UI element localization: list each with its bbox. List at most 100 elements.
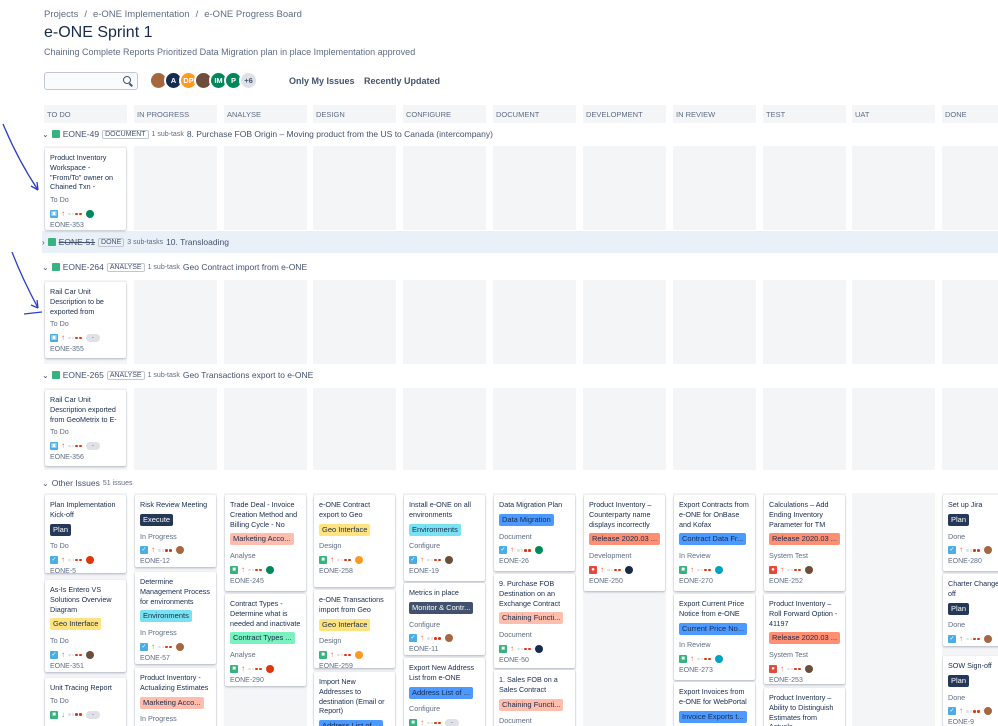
issue-card[interactable]: Charter Change Sign-offPlanDone✓↑EONE-10 — [943, 574, 998, 646]
epic-label[interactable]: Release 2020.03 ... — [769, 533, 841, 546]
issue-key[interactable]: EONE-50 — [499, 656, 570, 666]
issue-key[interactable]: EONE-9 — [948, 718, 998, 726]
assignee-avatar[interactable] — [175, 642, 184, 651]
epic-label[interactable]: Plan — [948, 602, 970, 615]
issue-key[interactable]: EONE-355 — [50, 345, 121, 355]
assignee-avatar[interactable] — [714, 655, 723, 664]
assignee-avatar[interactable] — [85, 556, 94, 565]
swimlane-eone-51[interactable]: › EONE-51 DONE 3 sub-tasks 10. Transload… — [42, 237, 229, 247]
swimlane-key[interactable]: EONE-51 — [59, 237, 95, 247]
issue-card[interactable]: Plan Implementation Kick-off Plan To Do ✓ ↑ E… — [45, 495, 126, 573]
epic-label[interactable]: Address List of ... — [409, 686, 473, 699]
assignee-avatar[interactable] — [85, 650, 94, 659]
swimlane-eone-265[interactable]: ⌄ EONE-265 ANALYSE 1 sub-task Geo Transa… — [42, 370, 313, 380]
issue-card[interactable]: Risk Review Meeting Execute In Progress ✓ ↑ E… — [135, 495, 216, 567]
issue-key[interactable]: EONE-252 — [769, 577, 840, 587]
issue-key[interactable]: EONE-245 — [230, 577, 301, 587]
assignee-avatar[interactable] — [624, 565, 633, 574]
issue-card[interactable]: Product Inventory - Actualizing Estimate… — [135, 668, 216, 726]
issue-card[interactable]: Determine Management Process for environ… — [135, 572, 216, 664]
epic-label[interactable]: Release 2020.03 ... — [769, 632, 841, 645]
assignee-avatar[interactable] — [983, 546, 992, 555]
epic-label[interactable]: Data Migration — [499, 513, 554, 526]
breadcrumb-projects[interactable]: Projects — [44, 9, 78, 20]
assignee-avatar[interactable] — [265, 565, 274, 574]
issue-card[interactable]: e-ONE Transactions import from Geo Geo In… — [314, 590, 395, 668]
epic-label[interactable]: Plan — [948, 513, 970, 526]
issue-card[interactable]: Contract Types - Determine what is neede… — [225, 594, 306, 686]
epic-label[interactable]: Contract Data Fr... — [679, 533, 747, 546]
issue-card[interactable]: Trade Deal - Invoice Creation Method and… — [225, 495, 306, 591]
epic-label[interactable]: Address List of ... — [319, 720, 383, 726]
issue-key[interactable]: EONE-26 — [499, 557, 570, 567]
swimlane-key[interactable]: EONE-264 — [63, 262, 104, 272]
assignee-avatar[interactable] — [265, 664, 274, 673]
issue-key[interactable]: EONE-290 — [230, 676, 301, 686]
issue-key[interactable]: EONE-258 — [319, 567, 390, 577]
epic-label[interactable]: Execute — [140, 513, 174, 526]
issue-card[interactable]: Product Inventory Workspace - "From/To" … — [45, 148, 126, 230]
assignee-avatar[interactable] — [983, 635, 992, 644]
assignee-avatar[interactable] — [175, 546, 184, 555]
epic-label[interactable]: Geo Interface — [50, 618, 102, 631]
issue-key[interactable]: EONE-356 — [50, 453, 121, 463]
issue-card[interactable]: Data Migration Plan Data Migration Documen… — [494, 495, 575, 571]
epic-label[interactable]: Plan — [948, 674, 970, 687]
issue-key[interactable]: EONE-12 — [140, 557, 211, 567]
epic-label[interactable]: Contract Types ... — [230, 632, 295, 645]
issue-key[interactable]: EONE-259 — [319, 662, 390, 668]
issue-key[interactable]: EONE-57 — [140, 654, 211, 664]
breadcrumb-board[interactable]: e-ONE Progress Board — [204, 9, 302, 20]
issue-card[interactable]: Import New Addresses to destination (Ema… — [314, 672, 395, 726]
epic-label[interactable]: Current Price No... — [679, 622, 748, 635]
issue-key[interactable]: EONE-253 — [769, 676, 840, 684]
issue-card[interactable]: Calculations – Add Ending Inventory Para… — [764, 495, 845, 591]
issue-card[interactable]: Product Inventory – Roll Forward Option … — [764, 594, 845, 684]
assignee-avatar[interactable] — [804, 565, 813, 574]
epic-label[interactable]: Monitor & Contr... — [409, 601, 474, 614]
assignee-avatar[interactable] — [534, 644, 543, 653]
issue-card[interactable]: Set up Jira Plan Done ✓ ↑ EONE-280 — [943, 495, 998, 571]
swimlane-key[interactable]: EONE-265 — [63, 370, 104, 380]
assignee-avatar[interactable] — [444, 556, 453, 565]
issue-card[interactable]: Export Contracts from e-ONE for OnBase a… — [674, 495, 755, 591]
assignee-avatar[interactable] — [85, 209, 94, 218]
swimlane-key[interactable]: EONE-49 — [63, 129, 99, 139]
issue-card[interactable]: Rail Car Unit Description exported from … — [45, 390, 126, 466]
search-icon[interactable] — [123, 76, 131, 84]
assignee-avatar[interactable] — [714, 565, 723, 574]
issue-card[interactable]: As-Is Entero VS Solutions Overview Diagr… — [45, 580, 126, 672]
assignee-avatar[interactable] — [534, 546, 543, 555]
assignee-avatar[interactable] — [354, 556, 363, 565]
breadcrumb-project[interactable]: e-ONE Implementation — [93, 9, 190, 20]
recently-updated-filter[interactable]: Recently Updated — [364, 76, 440, 86]
issue-key[interactable]: EONE-273 — [679, 666, 750, 676]
issue-key[interactable]: EONE-270 — [679, 577, 750, 587]
issue-card[interactable]: SOW Sign-off Plan Done ✓ ↑ EONE-9 — [943, 656, 998, 726]
epic-label[interactable]: Environments — [409, 523, 461, 536]
epic-label[interactable]: Release 2020.03 ... — [589, 533, 661, 546]
issue-key[interactable]: EONE-353 — [50, 221, 121, 230]
issue-card[interactable]: Export Current Price Notice from e-ONE Cu… — [674, 594, 755, 680]
only-my-issues-filter[interactable]: Only My Issues — [289, 76, 355, 86]
issue-key[interactable]: EONE-11 — [409, 645, 480, 655]
issue-card[interactable]: 9. Purchase FOB Destination on an Exchan… — [494, 574, 575, 668]
issue-card[interactable]: Product Inventory – Counterparty name di… — [584, 495, 665, 591]
issue-card[interactable]: e-ONE Contract export to Geo Geo Interfac… — [314, 495, 395, 587]
issue-key[interactable]: EONE-250 — [589, 577, 660, 587]
epic-label[interactable]: Geo Interface — [319, 523, 371, 536]
epic-label[interactable]: Marketing Acco... — [230, 533, 294, 546]
epic-label[interactable]: Chaining Functi... — [499, 698, 564, 711]
issue-key[interactable]: EONE-19 — [409, 567, 480, 577]
epic-label[interactable]: Plan — [50, 523, 72, 536]
issue-card[interactable]: Metrics in place Monitor & Contr... Config… — [404, 583, 485, 655]
issue-key[interactable]: EONE-280 — [948, 557, 998, 567]
swimlane-eone-264[interactable]: ⌄ EONE-264 ANALYSE 1 sub-task Geo Contra… — [42, 262, 307, 272]
chevron-down-icon[interactable]: ⌄ — [42, 479, 49, 488]
avatar[interactable]: +6 — [239, 71, 258, 90]
epic-label[interactable]: Invoice Exports t... — [679, 710, 747, 723]
chevron-right-icon[interactable]: › — [42, 238, 45, 247]
swimlane-eone-49[interactable]: ⌄ EONE-49 DOCUMENT 1 sub-task 8. Purchas… — [42, 129, 493, 139]
assignee-avatar[interactable] — [444, 634, 453, 643]
issue-key[interactable]: EONE-351 — [50, 662, 121, 672]
